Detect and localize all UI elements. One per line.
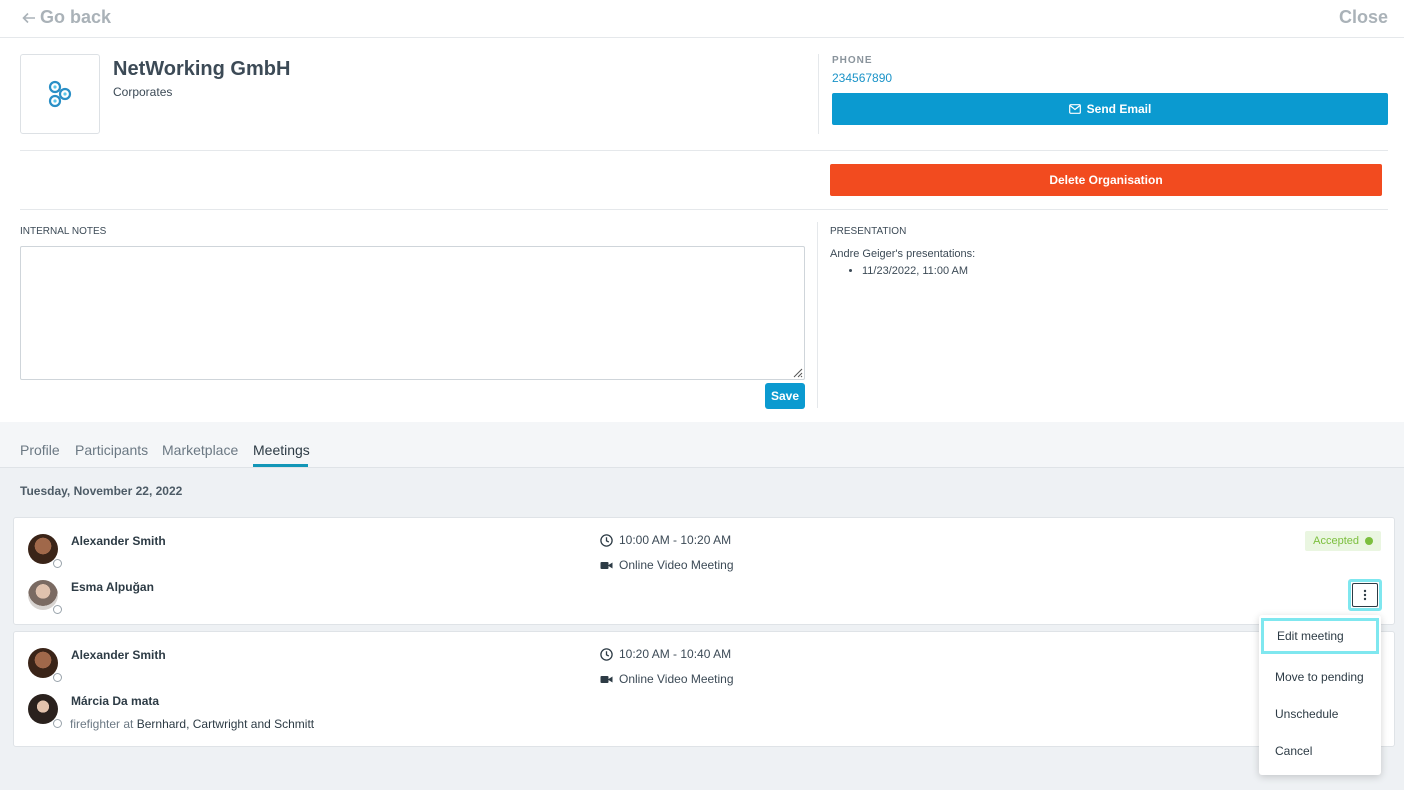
clock-icon xyxy=(600,533,613,547)
divider xyxy=(818,54,819,134)
menu-item-cancel[interactable]: Cancel xyxy=(1259,733,1381,769)
resize-handle-icon[interactable] xyxy=(791,366,803,378)
meeting-time-text: 10:00 AM - 10:20 AM xyxy=(619,533,732,547)
menu-item-edit-meeting[interactable]: Edit meeting xyxy=(1261,618,1379,654)
phone-link[interactable]: 234567890 xyxy=(832,71,892,85)
organisation-type: Corporates xyxy=(113,85,173,99)
organisation-logo xyxy=(20,54,100,134)
avatar xyxy=(28,694,62,728)
tab-marketplace[interactable]: Marketplace xyxy=(162,442,238,458)
tab-bar: Profile Participants Marketplace Meeting… xyxy=(0,422,1404,468)
meeting-host-name[interactable]: Alexander Smith xyxy=(71,648,166,662)
meeting-guest-name[interactable]: Esma Alpuğan xyxy=(71,580,154,594)
meeting-time: 10:00 AM - 10:20 AM xyxy=(600,533,731,547)
networking-logo-icon xyxy=(48,80,72,108)
kebab-menu-icon xyxy=(1363,589,1367,601)
meeting-type-text: Online Video Meeting xyxy=(619,558,734,572)
guest-role: firefighter at xyxy=(70,717,134,731)
divider xyxy=(817,222,818,408)
video-camera-icon xyxy=(600,561,613,569)
internal-notes-textarea[interactable] xyxy=(20,246,805,380)
meeting-time-text: 10:20 AM - 10:40 AM xyxy=(619,647,732,661)
avatar xyxy=(28,534,62,568)
divider xyxy=(20,150,1388,151)
save-notes-button[interactable]: Save xyxy=(765,383,805,409)
close-button[interactable]: Close xyxy=(1339,7,1388,28)
status-dot-icon xyxy=(1365,537,1373,545)
go-back-label: Go back xyxy=(40,7,112,27)
presence-indicator xyxy=(53,605,62,614)
meeting-card: Alexander Smith Esma Alpuğan 10:00 AM - … xyxy=(13,517,1395,625)
meeting-host-name[interactable]: Alexander Smith xyxy=(71,534,166,548)
internal-notes-label: INTERNAL NOTES xyxy=(20,226,107,237)
envelope-icon xyxy=(1068,104,1081,114)
tab-meetings[interactable]: Meetings xyxy=(253,442,310,458)
meetings-panel: Profile Participants Marketplace Meeting… xyxy=(0,422,1404,790)
delete-organisation-button[interactable]: Delete Organisation xyxy=(830,164,1382,196)
day-header: Tuesday, November 22, 2022 xyxy=(20,484,183,498)
avatar xyxy=(28,648,62,682)
menu-item-unschedule[interactable]: Unschedule xyxy=(1259,696,1381,732)
presentation-item: 11/23/2022, 11:00 AM xyxy=(862,265,968,277)
meeting-actions-button[interactable] xyxy=(1348,579,1382,611)
clock-icon xyxy=(600,647,613,661)
meeting-type: Online Video Meeting xyxy=(600,672,734,686)
presence-indicator xyxy=(53,673,62,682)
video-camera-icon xyxy=(600,675,613,683)
status-badge: Accepted xyxy=(1305,531,1381,551)
presence-indicator xyxy=(53,559,62,568)
meeting-type-text: Online Video Meeting xyxy=(619,672,734,686)
go-back-button[interactable]: Go back xyxy=(22,7,111,28)
presentation-intro: Andre Geiger's presentations: xyxy=(830,248,976,260)
status-badge-label: Accepted xyxy=(1313,535,1359,547)
guest-company: Bernhard, Cartwright and Schmitt xyxy=(136,717,315,731)
organisation-name: NetWorking GmbH xyxy=(113,58,291,80)
meeting-time: 10:20 AM - 10:40 AM xyxy=(600,647,731,661)
divider xyxy=(20,209,1388,210)
send-email-button[interactable]: Send Email xyxy=(832,93,1388,125)
phone-label: PHONE xyxy=(832,55,873,66)
top-bar: Go back Close xyxy=(0,0,1404,38)
presentation-list: 11/23/2022, 11:00 AM xyxy=(862,265,968,277)
send-email-label: Send Email xyxy=(1086,102,1152,116)
tab-profile[interactable]: Profile xyxy=(20,442,60,458)
presence-indicator xyxy=(53,719,62,728)
presentation-label: PRESENTATION xyxy=(830,226,907,237)
tab-participants[interactable]: Participants xyxy=(75,442,148,458)
avatar xyxy=(28,580,62,614)
meeting-card: Alexander Smith Márcia Da mata firefight… xyxy=(13,631,1395,747)
meeting-guest-name[interactable]: Márcia Da mata xyxy=(71,694,159,708)
guest-job: firefighter at Bernhard, Cartwright and … xyxy=(70,717,314,731)
menu-item-move-to-pending[interactable]: Move to pending xyxy=(1259,659,1381,695)
active-tab-indicator xyxy=(253,464,308,467)
arrow-left-icon xyxy=(22,12,35,23)
meeting-actions-menu: Edit meeting Move to pending Unschedule … xyxy=(1259,615,1381,775)
meeting-type: Online Video Meeting xyxy=(600,558,734,572)
